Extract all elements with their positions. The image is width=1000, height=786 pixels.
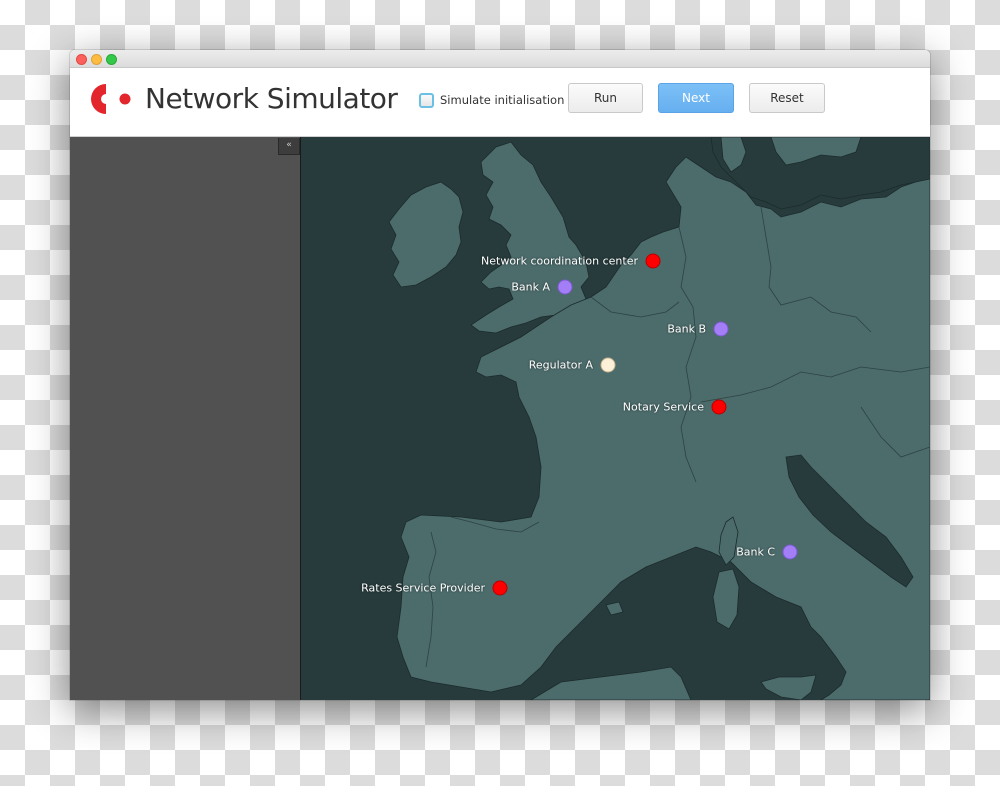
title-bar bbox=[70, 50, 930, 68]
node-label: Rates Service Provider bbox=[361, 581, 485, 595]
next-button[interactable]: Next bbox=[658, 83, 734, 113]
close-window-button[interactable] bbox=[76, 54, 87, 65]
map-node-rates-service-provider[interactable] bbox=[492, 580, 508, 596]
land-ireland bbox=[388, 181, 464, 288]
app-title: Network Simulator bbox=[145, 82, 398, 115]
map-node-bank-b[interactable] bbox=[713, 321, 729, 337]
app-window: Network Simulator Simulate initialisatio… bbox=[70, 50, 930, 700]
node-label: Network coordination center bbox=[481, 254, 638, 268]
land-north-africa bbox=[530, 666, 692, 700]
reset-button[interactable]: Reset bbox=[749, 83, 825, 113]
map-node-bank-a[interactable] bbox=[557, 279, 573, 295]
land-sicily bbox=[760, 674, 817, 700]
simulate-initialisation-label[interactable]: Simulate initialisation bbox=[440, 93, 564, 107]
node-label: Bank B bbox=[667, 322, 706, 336]
app-header: Network Simulator Simulate initialisatio… bbox=[70, 68, 930, 700]
simulate-initialisation-checkbox[interactable] bbox=[419, 92, 434, 108]
land-sardinia bbox=[712, 568, 740, 630]
land-balearics bbox=[605, 601, 624, 616]
land-great-britain bbox=[470, 141, 590, 334]
collapse-sidebar-button[interactable]: « bbox=[278, 138, 300, 155]
node-label: Regulator A bbox=[528, 358, 593, 372]
maximize-window-button[interactable] bbox=[106, 54, 117, 65]
map-node-regulator-a[interactable] bbox=[600, 357, 616, 373]
map-view[interactable]: Network coordination center Bank A Bank … bbox=[301, 137, 930, 700]
node-label: Notary Service bbox=[622, 400, 704, 414]
land-continent bbox=[396, 156, 930, 700]
run-button[interactable]: Run bbox=[568, 83, 643, 113]
node-label: Bank C bbox=[736, 545, 775, 559]
node-label: Bank A bbox=[511, 280, 550, 294]
map-node-notary-service[interactable] bbox=[711, 399, 727, 415]
simulate-initialisation-toggle[interactable]: Simulate initialisation bbox=[419, 90, 564, 110]
minimize-window-button[interactable] bbox=[91, 54, 102, 65]
map-node-bank-c[interactable] bbox=[782, 544, 798, 560]
europe-map bbox=[388, 137, 930, 700]
corda-logo-icon bbox=[91, 84, 131, 114]
map-node-network-coordination-center[interactable] bbox=[645, 253, 661, 269]
sidebar-panel bbox=[70, 137, 301, 700]
